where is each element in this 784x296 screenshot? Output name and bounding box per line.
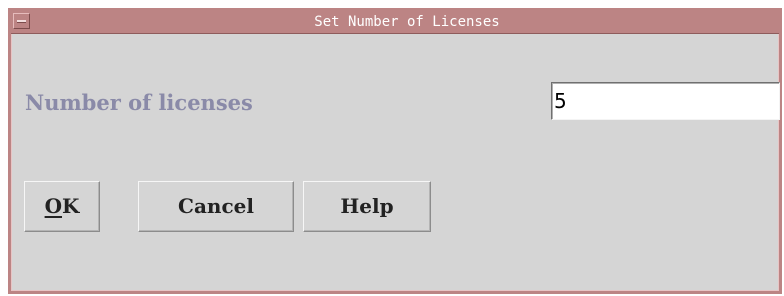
window-menu-bar <box>17 20 26 23</box>
number-of-licenses-input[interactable] <box>551 82 780 120</box>
ok-label-rest: K <box>62 194 80 218</box>
window-menu-icon[interactable] <box>13 13 30 29</box>
ok-button[interactable]: OK <box>24 181 100 232</box>
help-button[interactable]: Help <box>303 181 431 232</box>
title-bar[interactable]: Set Number of Licenses <box>11 11 779 34</box>
window-title: Set Number of Licenses <box>314 14 500 30</box>
ok-mnemonic: O <box>44 194 63 218</box>
dialog-window: Set Number of Licenses Number of license… <box>8 8 782 294</box>
cancel-button[interactable]: Cancel <box>138 181 294 232</box>
number-of-licenses-label: Number of licenses <box>25 90 253 115</box>
